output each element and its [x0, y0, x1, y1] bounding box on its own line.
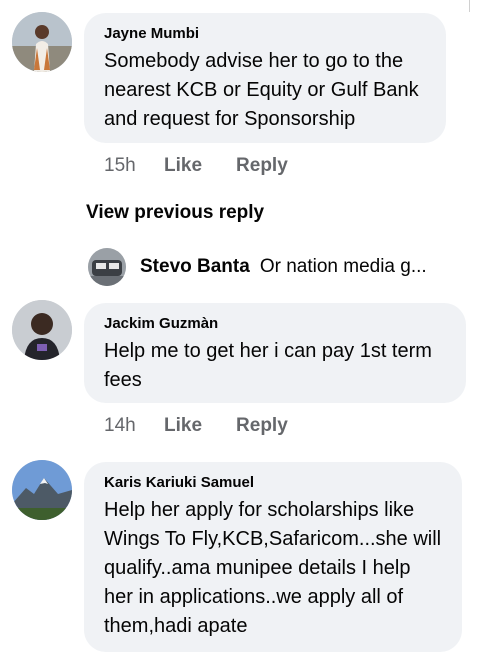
profile-photo [12, 12, 72, 72]
comment-timestamp[interactable]: 14h [104, 415, 164, 437]
avatar[interactable] [12, 300, 72, 360]
reply-button[interactable]: Reply [236, 155, 288, 177]
comment-bubble: Jackim Guzmàn Help me to get her i can p… [84, 303, 466, 403]
comment-author[interactable]: Jackim Guzmàn [104, 315, 446, 333]
reply-author[interactable]: Stevo Banta [140, 256, 250, 278]
comment-text: Somebody advise her to go to the nearest… [104, 50, 419, 130]
view-previous-reply-link[interactable]: View previous reply [86, 202, 264, 224]
comment-author[interactable]: Karis Kariuki Samuel [104, 474, 442, 492]
profile-photo [12, 300, 72, 360]
comment-bubble: Jayne Mumbi Somebody advise her to go to… [84, 13, 446, 143]
like-button[interactable]: Like [164, 155, 202, 177]
divider [469, 0, 480, 12]
avatar[interactable] [12, 12, 72, 72]
comment-actions: 14h Like Reply [104, 415, 322, 437]
comment-author[interactable]: Jayne Mumbi [104, 25, 426, 43]
reply-button[interactable]: Reply [236, 415, 288, 437]
comment-bubble: Karis Kariuki Samuel Help her apply for … [84, 462, 462, 652]
reply-snippet: Or nation media g... [259, 256, 427, 277]
comment-text: Help her apply for scholarships like Win… [104, 499, 442, 637]
avatar[interactable] [12, 460, 72, 520]
avatar[interactable] [88, 248, 126, 286]
comment-actions: 15h Like Reply [104, 155, 322, 177]
reply-preview[interactable]: Stevo Banta Or nation media g... [88, 248, 468, 286]
profile-photo [88, 248, 126, 286]
like-button[interactable]: Like [164, 415, 202, 437]
comment-text: Help me to get her i can pay 1st term fe… [104, 340, 432, 391]
comment-timestamp[interactable]: 15h [104, 155, 164, 177]
profile-photo [12, 460, 72, 520]
